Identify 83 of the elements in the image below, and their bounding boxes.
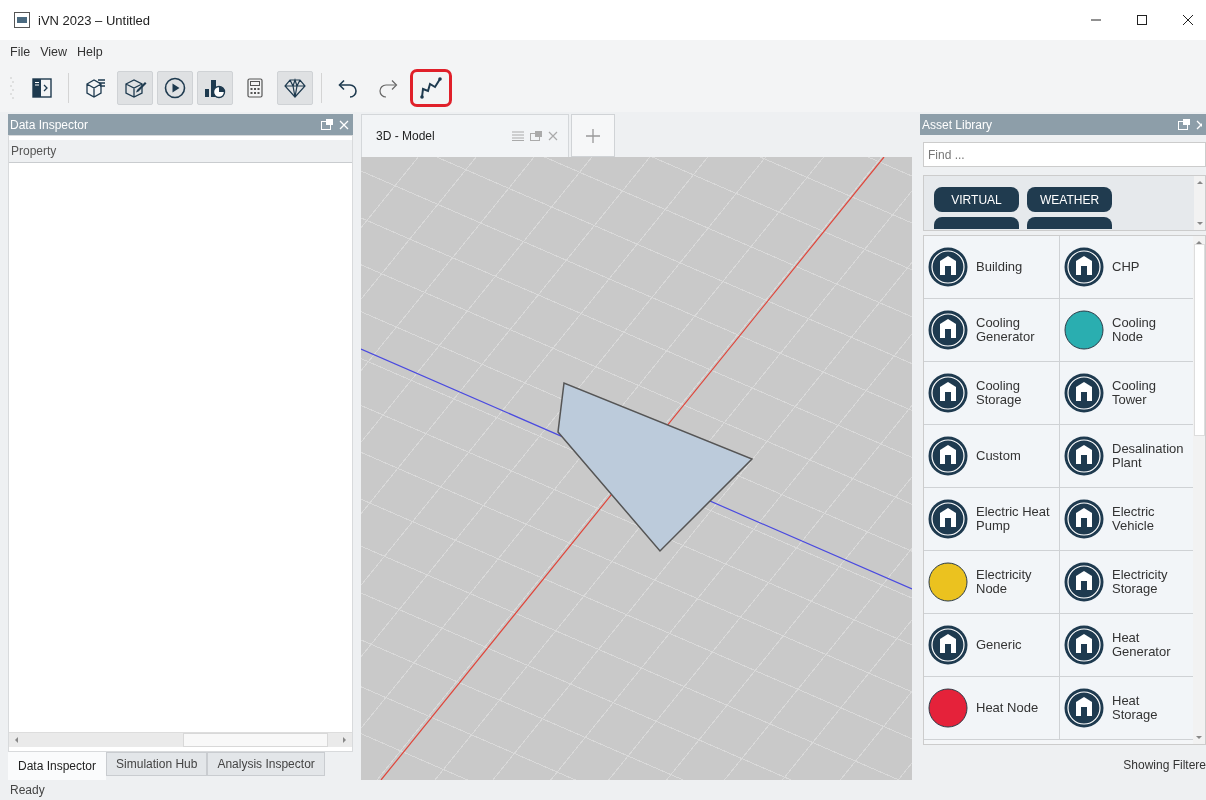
asset-icon (928, 625, 968, 665)
asset-tile[interactable]: Electric Heat Pump (924, 488, 1060, 551)
asset-label: Cooling Tower (1112, 379, 1158, 407)
category-tag[interactable] (1027, 217, 1112, 229)
float-icon[interactable] (530, 131, 542, 141)
menu-icon[interactable] (512, 131, 524, 141)
search-field[interactable]: Find ... (923, 142, 1206, 167)
new-tab-button[interactable] (571, 114, 615, 157)
asset-label: Heat Generator (1112, 631, 1172, 659)
panel-title: Data Inspector (10, 117, 90, 132)
category-tag[interactable]: VIRTUAL (934, 187, 1019, 212)
asset-label: Electricity Storage (1112, 568, 1169, 596)
window-title: iVN 2023 – Untitled (38, 12, 150, 28)
panel-tab[interactable]: Simulation Hub (106, 752, 208, 776)
scrollbar-thumb[interactable] (183, 733, 328, 747)
category-tag[interactable]: WEATHER (1027, 187, 1112, 212)
asset-icon (1064, 373, 1104, 413)
asset-icon (1064, 499, 1104, 539)
float-icon[interactable] (321, 119, 333, 130)
asset-tile[interactable]: Cooling Generator (924, 299, 1060, 362)
tab-label[interactable]: 3D - Model (376, 129, 506, 143)
asset-tile[interactable]: Custom (924, 425, 1060, 488)
cube-edit-button[interactable] (117, 71, 153, 105)
asset-label: Electricity Node (976, 568, 1033, 596)
asset-icon (928, 499, 968, 539)
route-button[interactable] (410, 69, 452, 107)
chart-button[interactable] (197, 71, 233, 105)
asset-label: Custom (976, 447, 1022, 465)
menu-item[interactable]: File (10, 45, 31, 59)
menu-item[interactable]: Help (77, 45, 103, 59)
vertical-scrollbar[interactable] (1193, 236, 1205, 744)
asset-label: Building (976, 258, 1024, 276)
asset-label: Cooling Storage (976, 379, 1023, 407)
column-header: Property (9, 140, 352, 163)
maximize-icon[interactable] (1136, 14, 1148, 26)
document-tab[interactable]: 3D - Model (361, 114, 569, 157)
asset-tile[interactable]: Generic (924, 614, 1060, 677)
play-button[interactable] (157, 71, 193, 105)
asset-label: CHP (1112, 258, 1141, 276)
cube-list-icon (83, 76, 107, 100)
asset-label: Heat Node (976, 699, 1040, 717)
panel-title: Asset Library (922, 117, 994, 132)
app-logo-icon (14, 12, 30, 28)
scroll-down-icon[interactable] (1194, 734, 1204, 742)
panel-tab[interactable]: Data Inspector (8, 752, 107, 780)
filter-status: Showing Filtere (1122, 758, 1206, 772)
asset-label: Electric Heat Pump (976, 505, 1051, 533)
triangle-shape[interactable] (557, 381, 754, 553)
menu-item[interactable]: View (40, 45, 68, 59)
asset-icon (928, 436, 968, 476)
horizontal-scrollbar[interactable] (9, 732, 352, 747)
status-text: Ready (10, 783, 45, 797)
asset-icon (1064, 436, 1104, 476)
asset-tile[interactable]: Building (924, 236, 1060, 299)
close-icon[interactable] (1182, 14, 1194, 26)
zigzag-line-icon (419, 76, 443, 100)
play-icon (163, 76, 187, 100)
scroll-up-icon[interactable] (1194, 238, 1204, 246)
panel-icon (30, 76, 54, 100)
asset-icon (1064, 247, 1104, 287)
asset-tile[interactable]: Electricity Node (924, 551, 1060, 614)
asset-icon (1064, 688, 1104, 728)
asset-icon (928, 247, 968, 287)
asset-label: Generic (976, 636, 1023, 654)
diamond-button[interactable] (277, 71, 313, 105)
asset-label: Cooling Node (1112, 316, 1158, 344)
asset-tile[interactable]: Heat Node (924, 677, 1060, 740)
asset-label: Cooling Generator (976, 316, 1036, 344)
diamond-icon (283, 76, 307, 100)
asset-icon (928, 373, 968, 413)
vertical-scrollbar[interactable] (1194, 176, 1205, 230)
asset-label: Electric Vehicle (1112, 505, 1156, 533)
asset-icon (1064, 562, 1104, 602)
plus-icon (585, 127, 601, 144)
asset-icon (928, 310, 968, 350)
asset-label: Desalination Plant (1112, 442, 1185, 470)
asset-label: Heat Storage (1112, 694, 1159, 722)
asset-icon (1064, 625, 1104, 665)
scrollbar-thumb[interactable] (1193, 244, 1205, 436)
float-icon[interactable] (1178, 119, 1190, 130)
asset-tile[interactable]: Cooling Storage (924, 362, 1060, 425)
category-tag[interactable] (934, 217, 1019, 229)
panel-tab[interactable]: Analysis Inspector (207, 752, 325, 776)
